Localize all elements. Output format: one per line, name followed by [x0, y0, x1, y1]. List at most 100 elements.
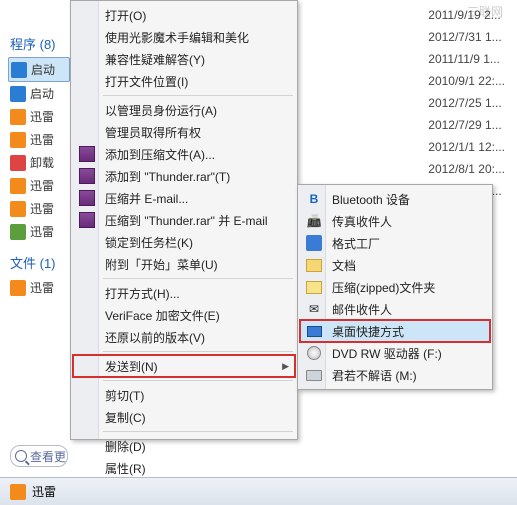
menu-item-label: DVD RW 驱动器 (F:): [332, 345, 442, 362]
sidebar-item[interactable]: 启动: [8, 57, 70, 82]
menu-separator: [103, 95, 293, 96]
sidebar: 程序 (8) 启动 启动 迅雷 迅雷 卸载 迅雷 迅雷 迅雷 文件 (1) 迅雷: [8, 30, 70, 299]
sidebar-item-label: 迅雷: [30, 279, 54, 296]
menu-item[interactable]: 打开(O): [73, 4, 295, 26]
date-cell: 2012/7/29 1...: [428, 114, 505, 136]
menu-item-label: 添加到压缩文件(A)...: [105, 146, 215, 163]
menu-item-label: 属性(R): [105, 460, 146, 477]
date-cell: 2012/7/31 1...: [428, 26, 505, 48]
menu-item-label: 发送到(N): [105, 358, 158, 375]
menu-item[interactable]: 打开方式(H)...: [73, 282, 295, 304]
menu-item[interactable]: 剪切(T): [73, 384, 295, 406]
zip-icon: [306, 281, 322, 294]
app-icon: [10, 280, 26, 296]
date-cell: 2010/9/1 22:...: [428, 70, 505, 92]
date-column: 2011/9/19 2... 2012/7/31 1... 2011/11/9 …: [428, 4, 505, 202]
rar-icon: [79, 212, 95, 228]
menu-item-label: 桌面快捷方式: [332, 323, 404, 340]
details-title: 迅雷: [32, 483, 56, 500]
sidebar-item-label: 迅雷: [30, 108, 54, 125]
context-submenu-sendto: B Bluetooth 设备 📠 传真收件人格式工厂文档压缩(zipped)文件夹 ✉ 邮…: [297, 184, 493, 390]
menu-item-label: Bluetooth 设备: [332, 191, 410, 208]
sidebar-item[interactable]: 迅雷: [8, 105, 70, 128]
menu-item-label: 锁定到任务栏(K): [105, 234, 193, 251]
menu-item[interactable]: 兼容性疑难解答(Y): [73, 48, 295, 70]
sidebar-item-label: 迅雷: [30, 177, 54, 194]
sidebar-item[interactable]: 迅雷: [8, 276, 70, 299]
menu-item[interactable]: 附到「开始」菜单(U): [73, 253, 295, 275]
menu-item[interactable]: VeriFace 加密文件(E): [73, 304, 295, 326]
app-icon: [10, 484, 26, 500]
menu-separator: [103, 380, 293, 381]
sidebar-item[interactable]: 卸载: [8, 151, 70, 174]
menu-item[interactable]: 管理员取得所有权: [73, 121, 295, 143]
menu-item-label: 格式工厂: [332, 235, 380, 252]
menu-item[interactable]: 添加到压缩文件(A)...: [73, 143, 295, 165]
app-icon: [10, 86, 26, 102]
menu-item[interactable]: 属性(R): [73, 457, 295, 479]
formatfactory-icon: [306, 235, 322, 251]
menu-item[interactable]: 压缩到 "Thunder.rar" 并 E-mail: [73, 209, 295, 231]
menu-item[interactable]: 压缩并 E-mail...: [73, 187, 295, 209]
menu-item[interactable]: 发送到(N): [73, 355, 295, 377]
menu-item-label: 打开方式(H)...: [105, 285, 180, 302]
menu-item[interactable]: 打开文件位置(I): [73, 70, 295, 92]
mail-icon: ✉: [309, 302, 319, 316]
submenu-item[interactable]: 📠 传真收件人: [300, 210, 490, 232]
fax-icon: 📠: [307, 214, 322, 228]
menu-item-label: 以管理员身份运行(A): [105, 102, 217, 119]
search-icon: [15, 450, 27, 462]
folder-icon: [306, 259, 322, 272]
menu-separator: [103, 351, 293, 352]
submenu-item[interactable]: DVD RW 驱动器 (F:): [300, 342, 490, 364]
menu-item-label: 压缩(zipped)文件夹: [332, 279, 435, 296]
menu-separator: [103, 278, 293, 279]
sidebar-item[interactable]: 迅雷: [8, 220, 70, 243]
menu-item-label: 剪切(T): [105, 387, 144, 404]
app-icon: [10, 109, 26, 125]
submenu-item[interactable]: 格式工厂: [300, 232, 490, 254]
submenu-item[interactable]: 桌面快捷方式: [300, 320, 490, 342]
menu-item-label: 压缩并 E-mail...: [105, 190, 188, 207]
submenu-item[interactable]: 压缩(zipped)文件夹: [300, 276, 490, 298]
sidebar-item-label: 卸载: [30, 154, 54, 171]
menu-item[interactable]: 添加到 "Thunder.rar"(T): [73, 165, 295, 187]
submenu-item[interactable]: ✉ 邮件收件人: [300, 298, 490, 320]
menu-separator: [103, 431, 293, 432]
menu-item-label: 添加到 "Thunder.rar"(T): [105, 168, 230, 185]
sidebar-item[interactable]: 迅雷: [8, 197, 70, 220]
menu-item-label: VeriFace 加密文件(E): [105, 307, 220, 324]
details-bar: 迅雷: [0, 477, 517, 505]
dvd-icon: [307, 346, 321, 360]
submenu-item[interactable]: 文档: [300, 254, 490, 276]
sidebar-item-label: 启动: [31, 61, 55, 78]
window: 三联网 DriversBackup 2011/9/19 2... 2012/7/…: [0, 0, 517, 505]
drive-icon: [306, 370, 322, 381]
sidebar-item[interactable]: 迅雷: [8, 174, 70, 197]
search-input[interactable]: 查看更: [10, 445, 68, 467]
app-icon: [10, 132, 26, 148]
menu-item[interactable]: 复制(C): [73, 406, 295, 428]
menu-item[interactable]: 还原以前的版本(V): [73, 326, 295, 348]
menu-item-label: 使用光影魔术手编辑和美化: [105, 29, 249, 46]
menu-item[interactable]: 以管理员身份运行(A): [73, 99, 295, 121]
menu-item[interactable]: 使用光影魔术手编辑和美化: [73, 26, 295, 48]
sidebar-item[interactable]: 迅雷: [8, 128, 70, 151]
app-icon: [10, 201, 26, 217]
menu-item[interactable]: 锁定到任务栏(K): [73, 231, 295, 253]
category-files: 文件 (1): [8, 249, 70, 276]
menu-item-label: 兼容性疑难解答(Y): [105, 51, 205, 68]
menu-item[interactable]: 删除(D): [73, 435, 295, 457]
sidebar-item[interactable]: 启动: [8, 82, 70, 105]
menu-item-label: 传真收件人: [332, 213, 392, 230]
menu-item-label: 文档: [332, 257, 356, 274]
submenu-item[interactable]: 君若不解语 (M:): [300, 364, 490, 386]
date-cell: 2012/1/1 12:...: [428, 136, 505, 158]
sidebar-item-label: 迅雷: [30, 200, 54, 217]
rar-icon: [79, 190, 95, 206]
bluetooth-icon: B: [310, 192, 319, 206]
menu-item-label: 邮件收件人: [332, 301, 392, 318]
menu-item-label: 打开(O): [105, 7, 146, 24]
sidebar-item-label: 迅雷: [30, 131, 54, 148]
submenu-item[interactable]: B Bluetooth 设备: [300, 188, 490, 210]
